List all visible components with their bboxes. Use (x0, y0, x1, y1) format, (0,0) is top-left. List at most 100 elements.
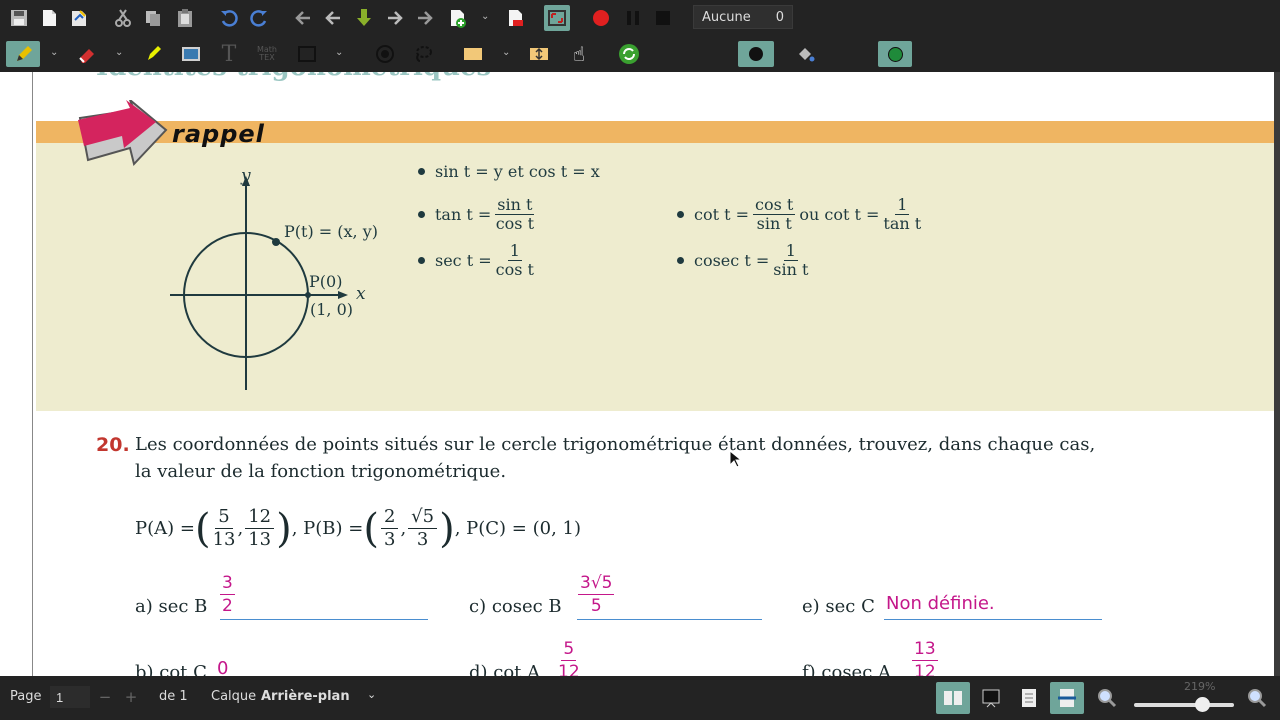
formula-tan: tan t = sin t cos t (418, 196, 538, 233)
continuous-view-icon[interactable] (1050, 682, 1084, 714)
highlighter-icon[interactable] (140, 41, 166, 67)
paste-icon[interactable] (172, 5, 198, 31)
exercise-number: 20. (96, 434, 130, 456)
layer-select[interactable]: Aucune 0 (693, 5, 793, 29)
download-icon[interactable] (351, 5, 377, 31)
page-count: de 1 (159, 689, 188, 704)
answer-f[interactable]: 13 12 (912, 638, 938, 676)
point-t-label: P(t) = (x, y) (284, 222, 378, 241)
formula-cot: cot t = cos t sin t ou cot t = 1 tan t (677, 196, 925, 233)
refresh-icon[interactable] (616, 41, 642, 67)
color-swatch-active[interactable] (878, 41, 913, 67)
zoom-level: 219% (1184, 680, 1216, 693)
layer-label: Calque (211, 689, 257, 704)
question-b: b) cot C (135, 662, 207, 676)
zoom-in-icon[interactable] (1240, 682, 1274, 714)
eraser-icon[interactable] (74, 41, 100, 67)
answer-line-c[interactable] (577, 619, 762, 620)
answer-d[interactable]: 5 12 (558, 638, 580, 676)
redo-icon[interactable] (246, 5, 272, 31)
exercise-line-1: Les coordonnées de points situés sur le … (135, 434, 1096, 455)
layer-select-count: 0 (775, 9, 784, 25)
rappel-arrow-icon (78, 100, 168, 167)
formula-cosec: cosec t = 1 sin t (677, 242, 812, 279)
question-a: a) sec B (135, 596, 208, 617)
copy-icon[interactable] (140, 5, 166, 31)
page-number-input[interactable] (50, 686, 90, 708)
formula-sec: sec t = 1 cos t (418, 242, 538, 279)
stop-icon[interactable] (650, 5, 676, 31)
answer-e[interactable]: Non définie. (886, 593, 995, 614)
formula-sin-cos: sin t = y et cos t = x (418, 162, 600, 181)
vertical-space-icon[interactable] (526, 41, 552, 67)
page-left-margin (0, 72, 33, 676)
x-axis-label: x (356, 284, 366, 304)
sticky-note-icon[interactable] (460, 41, 486, 67)
y-axis-label: y (241, 166, 251, 186)
eraser-dropdown-icon[interactable]: ⌄ (115, 47, 123, 58)
document-page[interactable]: Identités trigonométriques rappel y x P(… (32, 72, 1274, 676)
mouse-cursor-icon (729, 450, 741, 468)
page-decrement-button[interactable]: − (94, 686, 116, 708)
presentation-icon[interactable] (974, 682, 1008, 714)
fullscreen-icon[interactable] (544, 5, 570, 31)
main-toolbar: ⌄ Aucune 0 (0, 0, 1280, 36)
zoom-slider-handle[interactable] (1194, 697, 1210, 712)
previous-icon[interactable] (320, 5, 346, 31)
page-increment-button[interactable]: + (120, 686, 142, 708)
open-icon[interactable] (66, 5, 92, 31)
save-icon[interactable] (6, 5, 32, 31)
add-page-dropdown-icon[interactable]: ⌄ (481, 11, 489, 22)
sticky-note-dropdown-icon[interactable]: ⌄ (502, 47, 510, 58)
pause-icon[interactable] (620, 5, 646, 31)
image-icon[interactable] (178, 41, 204, 67)
exercise-line-2: la valeur de la fonction trigonométrique… (135, 461, 507, 482)
record-dot (593, 10, 609, 26)
point-zero-label: P(0) (309, 272, 343, 291)
question-c: c) cosec B (469, 596, 562, 617)
canvas-area[interactable]: Identités trigonométriques rappel y x P(… (0, 72, 1280, 676)
answer-b[interactable]: 0 (217, 658, 228, 676)
latex-icon[interactable]: Math TEX (254, 41, 280, 67)
cut-icon[interactable] (110, 5, 136, 31)
rectangle-icon[interactable] (294, 41, 320, 67)
layer-dropdown-icon[interactable]: ⌄ (367, 688, 376, 701)
answer-line-a[interactable] (220, 619, 428, 620)
rappel-label: rappel (172, 120, 265, 148)
pen-icon[interactable] (6, 41, 40, 67)
record-icon[interactable] (588, 5, 614, 31)
forward-icon[interactable] (412, 5, 438, 31)
add-page-icon[interactable] (444, 5, 470, 31)
question-f: f) cosec A (802, 662, 892, 676)
question-e: e) sec C (802, 596, 875, 617)
text-icon[interactable]: T (216, 41, 242, 67)
status-bar (0, 676, 1280, 720)
point-coordinates: P(A) = ( 5 13, 12 13 ) , P(B) = ( 23, √5 3 … (135, 505, 581, 552)
single-page-icon[interactable] (1012, 682, 1046, 714)
back-icon[interactable] (290, 5, 316, 31)
layer-value[interactable]: Arrière-plan (261, 689, 350, 704)
zoom-slider[interactable] (1134, 703, 1234, 707)
fill-icon[interactable] (792, 41, 818, 67)
unit-circle-diagram (170, 176, 348, 390)
answer-line-e[interactable] (884, 619, 1102, 620)
layer-select-label: Aucune (702, 9, 751, 25)
lasso-icon[interactable] (410, 41, 436, 67)
pen-size-large[interactable] (738, 41, 774, 67)
tools-toolbar: ⌄ ⌄ T Math TEX ⌄ ⌄ ☝ (0, 36, 1280, 95)
undo-icon[interactable] (216, 5, 242, 31)
page-label: Page (10, 689, 42, 704)
pdf-icon[interactable] (502, 5, 528, 31)
hand-icon[interactable]: ☝ (566, 41, 592, 67)
new-page-icon[interactable] (36, 5, 62, 31)
shapes-icon[interactable] (372, 41, 398, 67)
pen-dropdown-icon[interactable]: ⌄ (50, 47, 58, 58)
book-view-icon[interactable] (936, 682, 970, 714)
zoom-out-icon[interactable] (1090, 682, 1124, 714)
shapes-dropdown-icon[interactable]: ⌄ (335, 47, 343, 58)
page-title: Identités trigonométriques (32, 72, 1274, 82)
answer-a[interactable]: 32 (220, 572, 235, 617)
next-icon[interactable] (382, 5, 408, 31)
question-d: d) cot A (469, 662, 541, 676)
answer-c[interactable]: 3√5 5 (578, 572, 615, 617)
